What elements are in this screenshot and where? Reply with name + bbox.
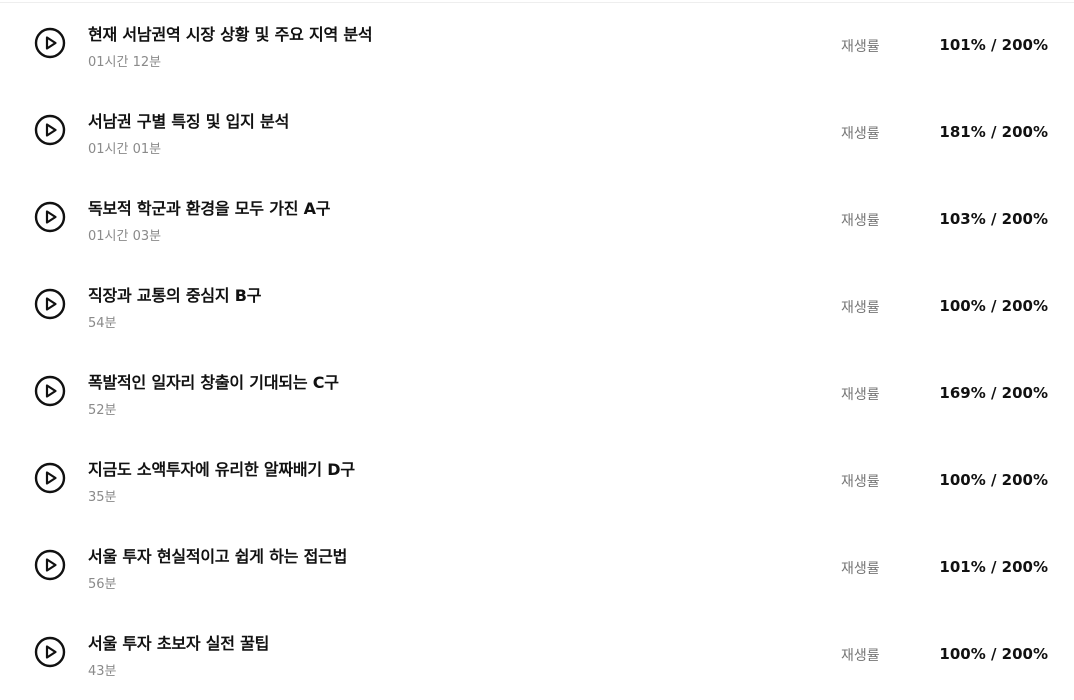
lecture-row[interactable]: 지금도 소액투자에 유리한 알짜배기 D구 35분 재생률 100% / 200… bbox=[0, 436, 1074, 523]
lecture-duration: 01시간 01분 bbox=[88, 142, 162, 157]
lecture-duration: 01시간 12분 bbox=[88, 55, 162, 70]
play-rate-value: 100% / 200% bbox=[939, 471, 1048, 489]
lecture-duration: 56분 bbox=[88, 577, 117, 592]
play-circle-icon[interactable] bbox=[34, 201, 66, 233]
play-rate-label: 재생률 bbox=[841, 126, 880, 142]
play-circle-icon[interactable] bbox=[34, 636, 66, 668]
lecture-row[interactable]: 서울 투자 현실적이고 쉽게 하는 접근법 56분 재생률 101% / 200… bbox=[0, 523, 1074, 610]
play-rate-value: 181% / 200% bbox=[939, 123, 1048, 141]
play-rate-label: 재생률 bbox=[841, 561, 880, 577]
play-rate-label: 재생률 bbox=[841, 300, 880, 316]
lecture-title[interactable]: 서울 투자 현실적이고 쉽게 하는 접근법 bbox=[88, 543, 347, 567]
play-rate-label: 재생률 bbox=[841, 387, 880, 403]
play-rate-value: 101% / 200% bbox=[939, 558, 1048, 576]
lecture-row[interactable]: 직장과 교통의 중심지 B구 54분 재생률 100% / 200% bbox=[0, 262, 1074, 349]
play-rate-value: 169% / 200% bbox=[939, 384, 1048, 402]
play-rate-label: 재생률 bbox=[841, 39, 880, 55]
play-circle-icon[interactable] bbox=[34, 549, 66, 581]
lecture-title[interactable]: 서남권 구별 특징 및 입지 분석 bbox=[88, 108, 289, 132]
play-rate-value: 101% / 200% bbox=[939, 36, 1048, 54]
lecture-row[interactable]: 서울 투자 초보자 실전 꿀팁 43분 재생률 100% / 200% bbox=[0, 610, 1074, 697]
lecture-duration: 43분 bbox=[88, 664, 117, 679]
play-circle-icon[interactable] bbox=[34, 114, 66, 146]
lecture-title[interactable]: 서울 투자 초보자 실전 꿀팁 bbox=[88, 630, 269, 654]
play-rate-label: 재생률 bbox=[841, 648, 880, 664]
play-circle-icon[interactable] bbox=[34, 462, 66, 494]
lecture-title[interactable]: 지금도 소액투자에 유리한 알짜배기 D구 bbox=[88, 456, 355, 480]
play-rate-value: 100% / 200% bbox=[939, 297, 1048, 315]
play-circle-icon[interactable] bbox=[34, 27, 66, 59]
lecture-title[interactable]: 폭발적인 일자리 창출이 기대되는 C구 bbox=[88, 369, 339, 393]
play-rate-label: 재생률 bbox=[841, 213, 880, 229]
lecture-title[interactable]: 독보적 학군과 환경을 모두 가진 A구 bbox=[88, 195, 331, 219]
play-rate-value: 103% / 200% bbox=[939, 210, 1048, 228]
lecture-duration: 54분 bbox=[88, 316, 117, 331]
play-rate-value: 100% / 200% bbox=[939, 645, 1048, 663]
play-rate-label: 재생률 bbox=[841, 474, 880, 490]
lecture-row[interactable]: 폭발적인 일자리 창출이 기대되는 C구 52분 재생률 169% / 200% bbox=[0, 349, 1074, 436]
lecture-list: 현재 서남권역 시장 상황 및 주요 지역 분석 01시간 12분 재생률 10… bbox=[0, 0, 1074, 700]
lecture-duration: 35분 bbox=[88, 490, 117, 505]
lecture-row[interactable]: 서남권 구별 특징 및 입지 분석 01시간 01분 재생률 181% / 20… bbox=[0, 88, 1074, 175]
lecture-title[interactable]: 현재 서남권역 시장 상황 및 주요 지역 분석 bbox=[88, 21, 373, 45]
lecture-duration: 01시간 03분 bbox=[88, 229, 162, 244]
lecture-row[interactable]: 현재 서남권역 시장 상황 및 주요 지역 분석 01시간 12분 재생률 10… bbox=[0, 1, 1074, 88]
lecture-row[interactable]: 독보적 학군과 환경을 모두 가진 A구 01시간 03분 재생률 103% /… bbox=[0, 175, 1074, 262]
lecture-title[interactable]: 직장과 교통의 중심지 B구 bbox=[88, 282, 262, 306]
lecture-duration: 52분 bbox=[88, 403, 117, 418]
play-circle-icon[interactable] bbox=[34, 288, 66, 320]
play-circle-icon[interactable] bbox=[34, 375, 66, 407]
